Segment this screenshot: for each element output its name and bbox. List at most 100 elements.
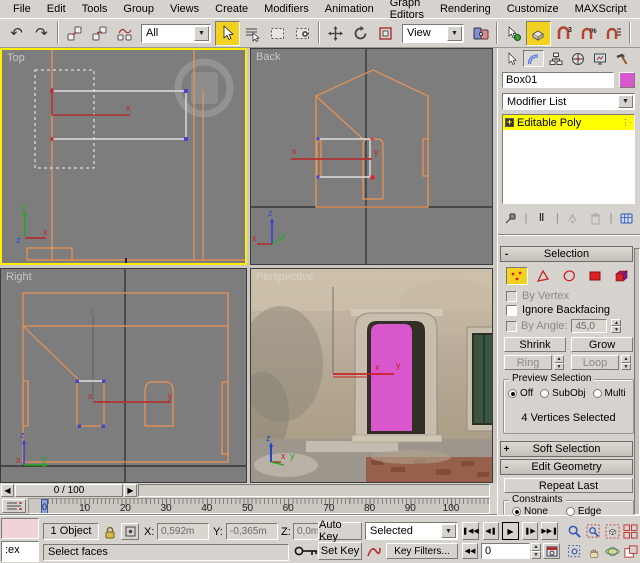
tab-create[interactable]: [501, 50, 522, 67]
angle-snap-toggle-button[interactable]: 3: [551, 21, 576, 46]
viewport-back[interactable]: Back x y: [250, 48, 493, 265]
previous-frame-button[interactable]: ◀❚: [483, 522, 499, 540]
menu-edit[interactable]: Edit: [39, 1, 74, 17]
viewport-perspective-label[interactable]: Perspective: [256, 271, 313, 283]
spinner-snap-toggle-button[interactable]: [601, 21, 626, 46]
loop-spinner[interactable]: ▲▼: [621, 355, 631, 370]
chevron-down-icon[interactable]: ▼: [441, 524, 456, 538]
zoom-all-button[interactable]: [585, 522, 602, 540]
select-and-move-button[interactable]: [323, 21, 348, 46]
rollout-edit-geometry-header[interactable]: - Edit Geometry: [500, 459, 633, 475]
menu-maxscript[interactable]: MAXScript: [567, 1, 635, 17]
menu-file[interactable]: File: [5, 1, 39, 17]
min-max-toggle-button[interactable]: [622, 543, 639, 560]
menu-views[interactable]: Views: [162, 1, 207, 17]
menu-group[interactable]: Group: [115, 1, 162, 17]
constraint-edge-radio[interactable]: Edge: [566, 506, 601, 517]
menu-create[interactable]: Create: [207, 1, 256, 17]
polygon-mode-button[interactable]: [584, 267, 606, 285]
redo-button[interactable]: ↷: [29, 21, 54, 46]
reference-coordinate-dropdown[interactable]: View ▼: [402, 24, 464, 43]
zoom-extents-all-button[interactable]: [622, 522, 639, 540]
viewport-right-label[interactable]: Right: [6, 271, 32, 283]
ring-button[interactable]: Ring: [504, 355, 552, 370]
trackbar-current-frame-marker[interactable]: 0: [41, 499, 48, 514]
time-slider-track[interactable]: [138, 484, 490, 497]
tab-display[interactable]: [589, 50, 610, 67]
chevron-down-icon[interactable]: ▼: [194, 26, 209, 41]
modifier-list-dropdown[interactable]: Modifier List ▼: [502, 93, 635, 110]
remove-modifier-button[interactable]: [587, 210, 603, 226]
tab-motion[interactable]: [567, 50, 588, 67]
selection-lock-toggle[interactable]: [102, 524, 118, 540]
selected-face-polygon[interactable]: [371, 324, 412, 431]
constraint-none-radio[interactable]: None: [512, 506, 548, 517]
stack-item-editable-poly[interactable]: + Editable Poly ⋮·: [503, 115, 634, 130]
viewport-perspective[interactable]: Perspective: [250, 268, 493, 483]
field-of-view-region-zoom-button[interactable]: [566, 543, 583, 560]
time-configuration-button[interactable]: [543, 543, 560, 559]
viewport-back-label[interactable]: Back: [256, 51, 280, 63]
by-vertex-checkbox[interactable]: [506, 291, 517, 302]
edge-mode-button[interactable]: [532, 267, 554, 285]
vertex-mode-button[interactable]: [506, 267, 528, 285]
undo-button[interactable]: ↶: [4, 21, 29, 46]
preview-multi-radio[interactable]: Multi: [593, 388, 626, 399]
current-frame-field[interactable]: 0: [481, 543, 530, 559]
expand-stack-icon[interactable]: +: [505, 118, 514, 127]
select-and-link-button[interactable]: [62, 21, 87, 46]
by-angle-field[interactable]: 45,0: [571, 319, 607, 333]
pin-stack-button[interactable]: [502, 210, 518, 226]
rollout-soft-selection-header[interactable]: + Soft Selection: [500, 441, 633, 457]
open-mini-curve-editor-button[interactable]: [2, 499, 26, 513]
key-mode-toggle-button[interactable]: ◀◀: [462, 543, 478, 559]
configure-modifier-sets-button[interactable]: [619, 210, 635, 226]
object-color-swatch[interactable]: [619, 72, 635, 88]
panel-scrollbar[interactable]: [634, 248, 640, 515]
select-object-button[interactable]: [215, 21, 240, 46]
bind-to-space-warp-button[interactable]: [112, 21, 137, 46]
tab-modify[interactable]: [523, 50, 544, 67]
element-mode-button[interactable]: [610, 267, 632, 285]
next-frame-button[interactable]: ❚▶: [522, 522, 538, 540]
y-coord-field[interactable]: -0,365m: [226, 523, 278, 540]
arc-rotate-button[interactable]: [604, 543, 621, 560]
x-coord-field[interactable]: 0,592m: [157, 523, 209, 540]
tab-hierarchy[interactable]: [545, 50, 566, 67]
menu-modifiers[interactable]: Modifiers: [256, 1, 317, 17]
time-slider-prev-button[interactable]: ◀: [1, 484, 14, 497]
set-key-mode-curve-button[interactable]: [366, 543, 382, 559]
menu-customize[interactable]: Customize: [499, 1, 567, 17]
key-filters-button[interactable]: Key Filters...: [386, 543, 458, 559]
snaps-toggle-3d-button[interactable]: [526, 21, 551, 46]
by-vertex-checkbox-row[interactable]: By Vertex: [506, 290, 569, 302]
keyboard-shortcut-override-toggle[interactable]: [292, 542, 320, 560]
ignore-backfacing-checkbox-row[interactable]: Ignore Backfacing: [506, 304, 610, 316]
menu-animation[interactable]: Animation: [317, 1, 382, 17]
selection-filter-dropdown[interactable]: All ▼: [141, 24, 211, 43]
window-crossing-toggle-button[interactable]: [290, 21, 315, 46]
modifier-stack[interactable]: + Editable Poly ⋮·: [502, 114, 635, 204]
chevron-down-icon[interactable]: ▼: [447, 26, 462, 41]
absolute-offset-mode-toggle[interactable]: [121, 523, 139, 540]
pan-view-button[interactable]: [585, 543, 602, 560]
key-filter-set-dropdown[interactable]: Selected ▼: [365, 522, 458, 540]
frame-spinner[interactable]: ▲▼: [531, 543, 541, 559]
select-and-manipulate-button[interactable]: [501, 21, 526, 46]
trackbar-ruler[interactable]: 0102030405060708090100: [28, 498, 490, 514]
border-mode-button[interactable]: [558, 267, 580, 285]
repeat-last-button[interactable]: Repeat Last: [504, 478, 633, 493]
rectangular-selection-region-button[interactable]: [265, 21, 290, 46]
tab-utilities[interactable]: [611, 50, 632, 67]
preview-off-radio[interactable]: Off: [508, 388, 533, 399]
percent-snap-toggle-button[interactable]: %: [576, 21, 601, 46]
grow-button[interactable]: Grow: [571, 337, 633, 352]
menu-help[interactable]: Help: [635, 1, 640, 17]
time-slider-next-button[interactable]: ▶: [124, 484, 137, 497]
zoom-extents-button[interactable]: [604, 522, 621, 540]
unlink-selection-button[interactable]: [87, 21, 112, 46]
maxscript-mini-listener[interactable]: :ex: [1, 541, 39, 562]
menu-tools[interactable]: Tools: [74, 1, 116, 17]
by-angle-row[interactable]: By Angle: 45,0 ▲▼: [506, 319, 621, 333]
play-animation-button[interactable]: ▶: [502, 522, 519, 540]
